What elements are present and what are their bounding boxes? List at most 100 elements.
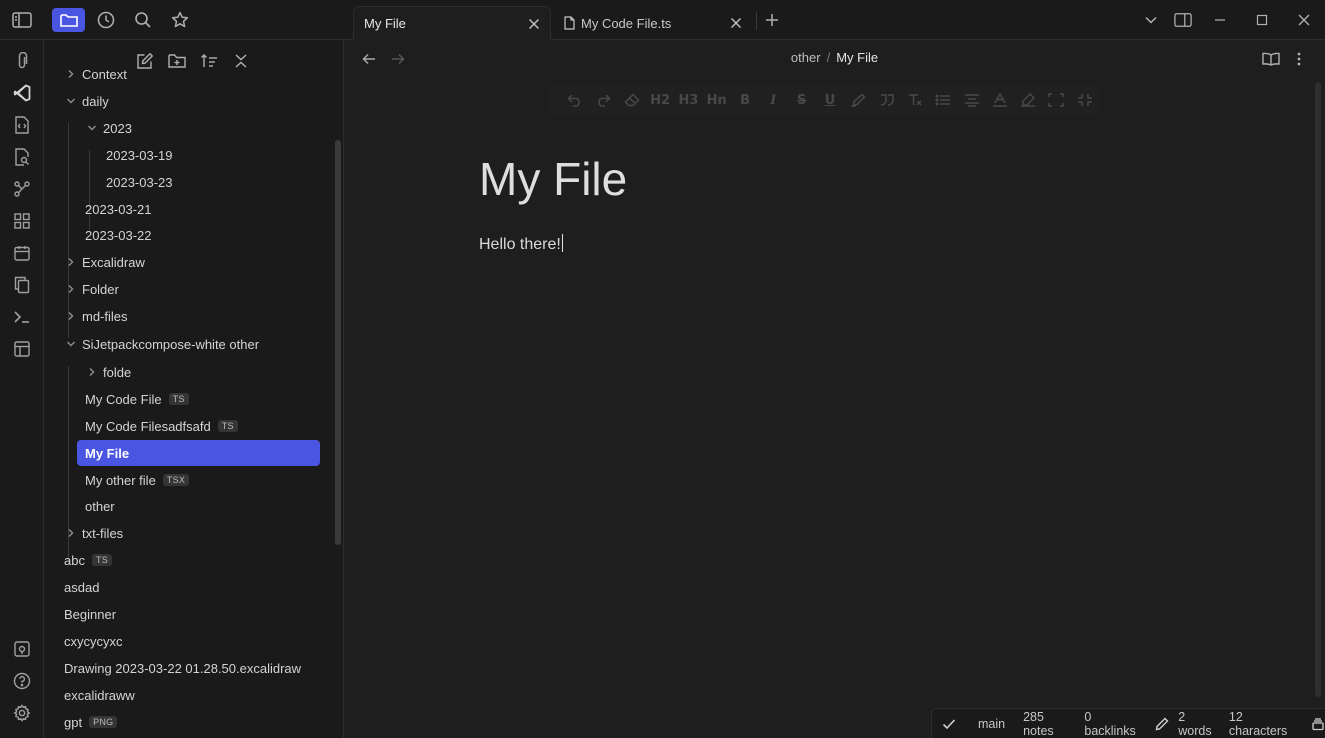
redo-icon[interactable]	[589, 90, 617, 110]
sort-order-icon[interactable]	[199, 51, 219, 71]
chevron-right-icon[interactable]	[64, 67, 78, 81]
chevron-right-icon[interactable]	[64, 526, 78, 540]
settings-gear-icon[interactable]	[11, 702, 33, 724]
file-item[interactable]: 2023-03-23	[106, 169, 173, 195]
file-item[interactable]: gpt PNG	[64, 709, 118, 735]
chevron-down-icon[interactable]	[85, 121, 99, 135]
italic-button[interactable]: I	[759, 90, 787, 110]
tab-my-code-file[interactable]: My Code File.ts	[554, 6, 752, 40]
undo-icon[interactable]	[561, 90, 589, 110]
close-tab-icon[interactable]	[728, 15, 744, 31]
recent-clock-icon[interactable]	[94, 8, 118, 32]
highlighter-icon[interactable]	[844, 90, 872, 110]
collapse-all-icon[interactable]	[231, 51, 251, 71]
file-extension-badge: TS	[168, 393, 189, 405]
eraser-icon[interactable]	[618, 90, 646, 110]
vscode-icon[interactable]	[11, 82, 33, 104]
tree-item-label: excalidraww	[64, 687, 135, 703]
stack-layers-icon[interactable]	[1311, 717, 1325, 731]
files-tab-button[interactable]	[52, 8, 85, 32]
more-options-icon[interactable]	[1290, 50, 1308, 68]
bullet-list-icon[interactable]	[929, 90, 957, 110]
sync-check-icon[interactable]	[942, 718, 956, 730]
breadcrumb-current[interactable]: My File	[836, 50, 878, 65]
heading-n-button[interactable]: Hn	[703, 90, 731, 110]
grid-apps-icon[interactable]	[11, 210, 33, 232]
align-center-icon[interactable]	[957, 90, 985, 110]
right-sidebar-toggle-icon[interactable]	[1174, 11, 1192, 29]
file-item[interactable]: Beginner	[64, 601, 116, 627]
reading-view-book-icon[interactable]	[1262, 50, 1280, 68]
folder-item[interactable]: daily	[64, 88, 109, 114]
file-item[interactable]: My File	[77, 440, 320, 466]
graph-view-icon[interactable]	[11, 178, 33, 200]
maximize-window-icon[interactable]	[1253, 11, 1271, 29]
exit-fullscreen-icon[interactable]	[1071, 90, 1099, 110]
new-tab-plus-icon[interactable]	[763, 11, 781, 29]
folder-item[interactable]: Folder	[64, 276, 119, 302]
edit-pencil-icon[interactable]	[1155, 717, 1169, 731]
tab-my-file[interactable]: My File	[353, 6, 551, 40]
file-item[interactable]: Drawing 2023-03-22 01.28.50.excalidraw	[64, 655, 301, 681]
chevron-down-icon[interactable]	[64, 337, 78, 351]
file-item[interactable]: 2023-03-19	[106, 142, 173, 168]
document-body[interactable]: Hello there!	[479, 234, 563, 254]
code-file-icon[interactable]	[11, 114, 33, 136]
chevron-right-icon[interactable]	[64, 282, 78, 296]
search-icon[interactable]	[131, 8, 155, 32]
terminal-icon[interactable]	[11, 306, 33, 328]
bold-button[interactable]: B	[731, 90, 759, 110]
minimize-window-icon[interactable]	[1211, 11, 1229, 29]
vault-switcher-icon[interactable]	[11, 638, 33, 660]
folder-item[interactable]: Excalidraw	[64, 249, 145, 275]
git-branch[interactable]: main	[978, 717, 1005, 731]
quote-icon[interactable]	[872, 90, 900, 110]
sidebar-toggle-icon[interactable]	[10, 8, 34, 32]
highlight-color-icon[interactable]	[1014, 90, 1042, 110]
new-note-icon[interactable]	[135, 51, 155, 71]
file-item[interactable]: cxycycyxc	[64, 628, 123, 654]
bookmarks-star-icon[interactable]	[168, 8, 192, 32]
new-folder-icon[interactable]	[167, 51, 187, 71]
document-title[interactable]: My File	[479, 152, 627, 206]
file-item[interactable]: My other file TSX	[85, 467, 190, 493]
chevron-right-icon[interactable]	[85, 365, 99, 379]
breadcrumb-parent[interactable]: other	[791, 50, 821, 65]
file-search-icon[interactable]	[11, 146, 33, 168]
file-item[interactable]: other	[85, 493, 115, 519]
chevron-right-icon[interactable]	[64, 309, 78, 323]
folder-item[interactable]: SiJetpackcompose-white other	[64, 331, 259, 357]
copy-files-icon[interactable]	[11, 274, 33, 296]
folder-item[interactable]: folde	[85, 359, 131, 385]
file-item[interactable]: 2023-03-21	[85, 196, 152, 222]
clear-format-icon[interactable]	[901, 90, 929, 110]
calendar-icon[interactable]	[11, 242, 33, 264]
file-item[interactable]: My Code Filesadfsafd TS	[85, 413, 238, 439]
folder-item[interactable]: Context	[64, 61, 127, 87]
fullscreen-icon[interactable]	[1042, 90, 1070, 110]
file-item[interactable]: 2023-03-22	[85, 222, 152, 248]
layout-template-icon[interactable]	[11, 338, 33, 360]
folder-item[interactable]: txt-files	[64, 520, 123, 546]
tab-list-chevron-down-icon[interactable]	[1142, 11, 1160, 29]
folder-item[interactable]: 2023	[85, 115, 132, 141]
help-icon[interactable]	[11, 670, 33, 692]
underline-button[interactable]: U	[816, 90, 844, 110]
text-color-icon[interactable]	[986, 90, 1014, 110]
close-tab-icon[interactable]	[526, 16, 542, 32]
folder-item[interactable]: md-files	[64, 303, 128, 329]
file-item[interactable]: My Code File TS	[85, 386, 189, 412]
file-item[interactable]: abc TS	[64, 547, 113, 573]
heading-2-button[interactable]: H2	[646, 90, 674, 110]
file-item[interactable]: excalidraww	[64, 682, 135, 708]
backlinks-count[interactable]: 0 backlinks	[1084, 710, 1143, 738]
chevron-right-icon[interactable]	[64, 255, 78, 269]
file-item[interactable]: asdad	[64, 574, 99, 600]
chevron-down-icon[interactable]	[64, 94, 78, 108]
paperclip-icon[interactable]	[11, 50, 33, 72]
close-window-icon[interactable]	[1295, 11, 1313, 29]
editor-scrollbar[interactable]	[1315, 82, 1321, 697]
sidebar-scrollbar[interactable]	[335, 140, 341, 545]
heading-3-button[interactable]: H3	[674, 90, 702, 110]
strikethrough-button[interactable]: S	[788, 90, 816, 110]
